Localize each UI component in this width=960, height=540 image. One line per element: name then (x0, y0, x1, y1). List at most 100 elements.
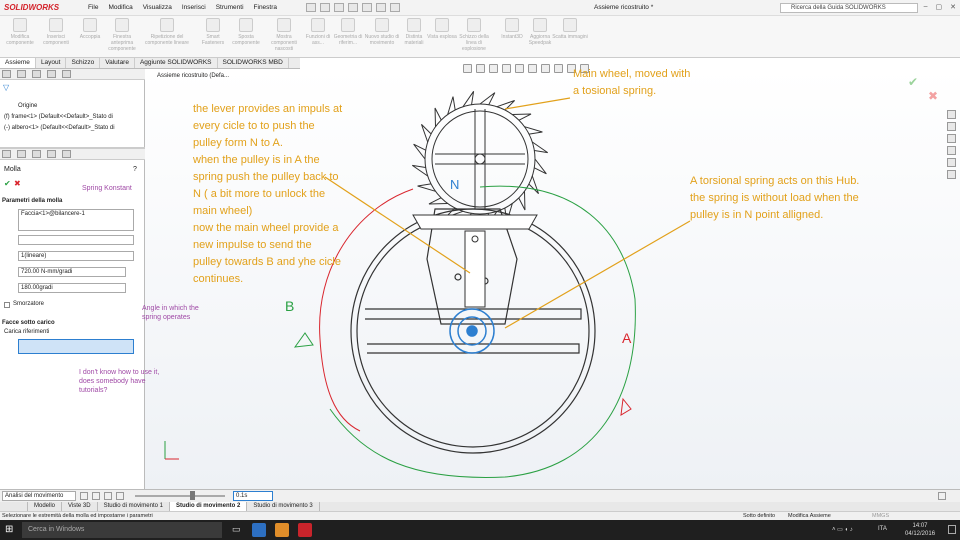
tree-item-frame[interactable]: (f) frame<1> (Default<<Default>_Stato di (4, 112, 115, 123)
dimxpert-icon[interactable] (46, 150, 56, 158)
notifications-icon[interactable] (948, 525, 956, 534)
play-icon[interactable] (104, 492, 112, 500)
ribbon-finestra-anteprima[interactable]: Finestra anteprima componente (104, 18, 140, 52)
damper-label: Smorzatore (13, 301, 45, 307)
tab-mbd[interactable]: SOLIDWORKS MBD (218, 58, 289, 68)
bottom-tabs: Modello Viste 3D Studio di movimento 1 S… (0, 502, 960, 511)
ribbon-nuovo-studio[interactable]: Nuovo studio di movimento (364, 18, 400, 46)
tab-layout[interactable]: Layout (36, 58, 67, 68)
tab-studio-1[interactable]: Studio di movimento 1 (98, 502, 170, 511)
windows-start-icon[interactable]: ⊞ (5, 524, 13, 535)
green-arrow (293, 332, 314, 348)
ribbon-scatta-immagini[interactable]: Scatta immagini (552, 18, 588, 40)
display-manager-icon[interactable] (61, 150, 71, 158)
motion-type-select[interactable]: Analisi del movimento (2, 491, 76, 501)
tab-aggiunte[interactable]: Aggiunte SOLIDWORKS (135, 58, 218, 68)
tab-viste-3d[interactable]: Viste 3D (62, 502, 98, 511)
spring-constant-input[interactable]: 720.00 N-mm/gradi (18, 267, 126, 277)
windows-search-input[interactable]: Cerca in Windows (22, 522, 222, 538)
clock[interactable]: 14:07 04/12/2016 (905, 522, 935, 538)
property-manager-icon[interactable] (16, 150, 26, 158)
rebuild-icon[interactable] (390, 3, 400, 12)
ribbon-ripetizione-lineare[interactable]: Ripetizione del componente lineare (142, 18, 192, 46)
close-icon[interactable]: ✕ (950, 3, 956, 11)
solidworks-taskbar-icon[interactable] (298, 523, 312, 537)
mate-icon (83, 18, 97, 32)
spring-type-select[interactable]: 1(lineare) (18, 251, 134, 261)
tree-item-origin[interactable]: Origine (4, 101, 115, 112)
face-selection-field[interactable]: Faccia<1>@bilancere-1 (18, 209, 134, 231)
ribbon-smart-fasteners[interactable]: Smart Fasteners (195, 18, 231, 46)
menu-strumenti[interactable]: Strumenti (216, 4, 244, 11)
ribbon-schizzo-esplosione[interactable]: Schizzo della linea di esplosione (454, 18, 494, 52)
menu-inserisci[interactable]: Inserisci (182, 4, 206, 11)
help-icon[interactable]: ? (133, 166, 137, 173)
carry-label: Carica riferimenti (4, 329, 50, 335)
stop-icon[interactable] (116, 492, 124, 500)
section-faces-header[interactable]: Facce sotto carico (2, 320, 55, 326)
display-manager-icon[interactable] (61, 70, 71, 78)
ribbon-geometria-riferimento[interactable]: Geometria di riferim... (330, 18, 366, 46)
window-controls: – ▢ ✕ (924, 3, 956, 11)
save-icon[interactable] (334, 3, 344, 12)
language-indicator[interactable]: ITA (878, 526, 887, 532)
configuration-icon[interactable] (31, 70, 41, 78)
undo-icon[interactable] (362, 3, 372, 12)
menu-visualizza[interactable]: Visualizza (143, 4, 172, 11)
edge-icon[interactable] (252, 523, 266, 537)
minimize-icon[interactable]: – (924, 3, 928, 11)
feature-tree-icon[interactable] (2, 150, 11, 158)
open-icon[interactable] (320, 3, 330, 12)
print-icon[interactable] (348, 3, 358, 12)
section-params-header[interactable]: Parametri della molla (2, 198, 62, 204)
help-search-input[interactable]: Ricerca della Guida SOLIDWORKS (780, 3, 918, 13)
tab-assieme[interactable]: Assieme (0, 58, 36, 68)
time-input[interactable]: 0.1s (233, 491, 273, 501)
timeline-handle[interactable] (190, 491, 195, 500)
graphics-area[interactable]: Assieme ricostruito (Defa... ✔ ✖ the lev… (145, 64, 960, 489)
tab-modello[interactable]: Modello (28, 502, 63, 511)
tab-valutare[interactable]: Valutare (100, 58, 135, 68)
tab-studio-2[interactable]: Studio di movimento 2 (169, 502, 248, 511)
dimxpert-icon[interactable] (46, 70, 56, 78)
tree-item-albero[interactable]: (-) albero<1> (Default<<Default>_Stato d… (4, 123, 115, 134)
menu-modifica[interactable]: Modifica (108, 4, 132, 11)
configuration-icon[interactable] (31, 150, 41, 158)
firefox-icon[interactable] (275, 523, 289, 537)
tab-schizzo[interactable]: Schizzo (66, 58, 101, 68)
quick-access-toolbar (306, 3, 400, 12)
timeline-slider[interactable] (135, 495, 225, 497)
ribbon-accoppia[interactable]: Accoppia (72, 18, 108, 40)
tab-nav-arrows[interactable] (0, 502, 28, 511)
tab-studio-3[interactable]: Studio di movimento 3 (247, 502, 320, 511)
ok-icon[interactable]: ✔ (4, 179, 11, 188)
carry-references-field[interactable] (18, 339, 134, 354)
feature-tree-icon[interactable] (2, 70, 11, 78)
new-icon[interactable] (306, 3, 316, 12)
collapse-icon[interactable] (938, 492, 946, 500)
ribbon-sposta-componente[interactable]: Sposta componente (228, 18, 264, 46)
ribbon-inserisci-componenti[interactable]: Inserisci componenti (38, 18, 74, 46)
task-view-icon[interactable]: ▭ (232, 524, 241, 535)
select-icon[interactable] (376, 3, 386, 12)
ribbon-mostra-nascosti[interactable]: Mostra componenti nascosti (266, 18, 302, 52)
restore-icon[interactable]: ▢ (936, 3, 943, 11)
ribbon-modifica-componente[interactable]: Modifica componente (2, 18, 38, 46)
status-definition: Sotto definito (743, 513, 776, 519)
wheel-teeth (412, 91, 548, 227)
property-manager-icon[interactable] (16, 70, 26, 78)
filter-icon[interactable]: ▽ (3, 83, 9, 92)
tray-icons[interactable]: ˄ ▭ ◖ ♪ (832, 526, 853, 533)
status-units[interactable]: MMGS (872, 512, 889, 520)
menu-finestra[interactable]: Finestra (254, 4, 277, 11)
angle-input[interactable]: 180.00gradi (18, 283, 126, 293)
angle-note: Angle in which the spring operates (142, 305, 199, 321)
play-from-start-icon[interactable] (92, 492, 100, 500)
cancel-icon[interactable]: ✖ (14, 179, 21, 188)
damper-checkbox[interactable] (4, 302, 10, 308)
second-selection-field[interactable] (18, 235, 134, 245)
new-motion-study-icon (375, 18, 389, 32)
menu-file[interactable]: File (88, 4, 98, 11)
lever (412, 214, 538, 308)
calculate-icon[interactable] (80, 492, 88, 500)
